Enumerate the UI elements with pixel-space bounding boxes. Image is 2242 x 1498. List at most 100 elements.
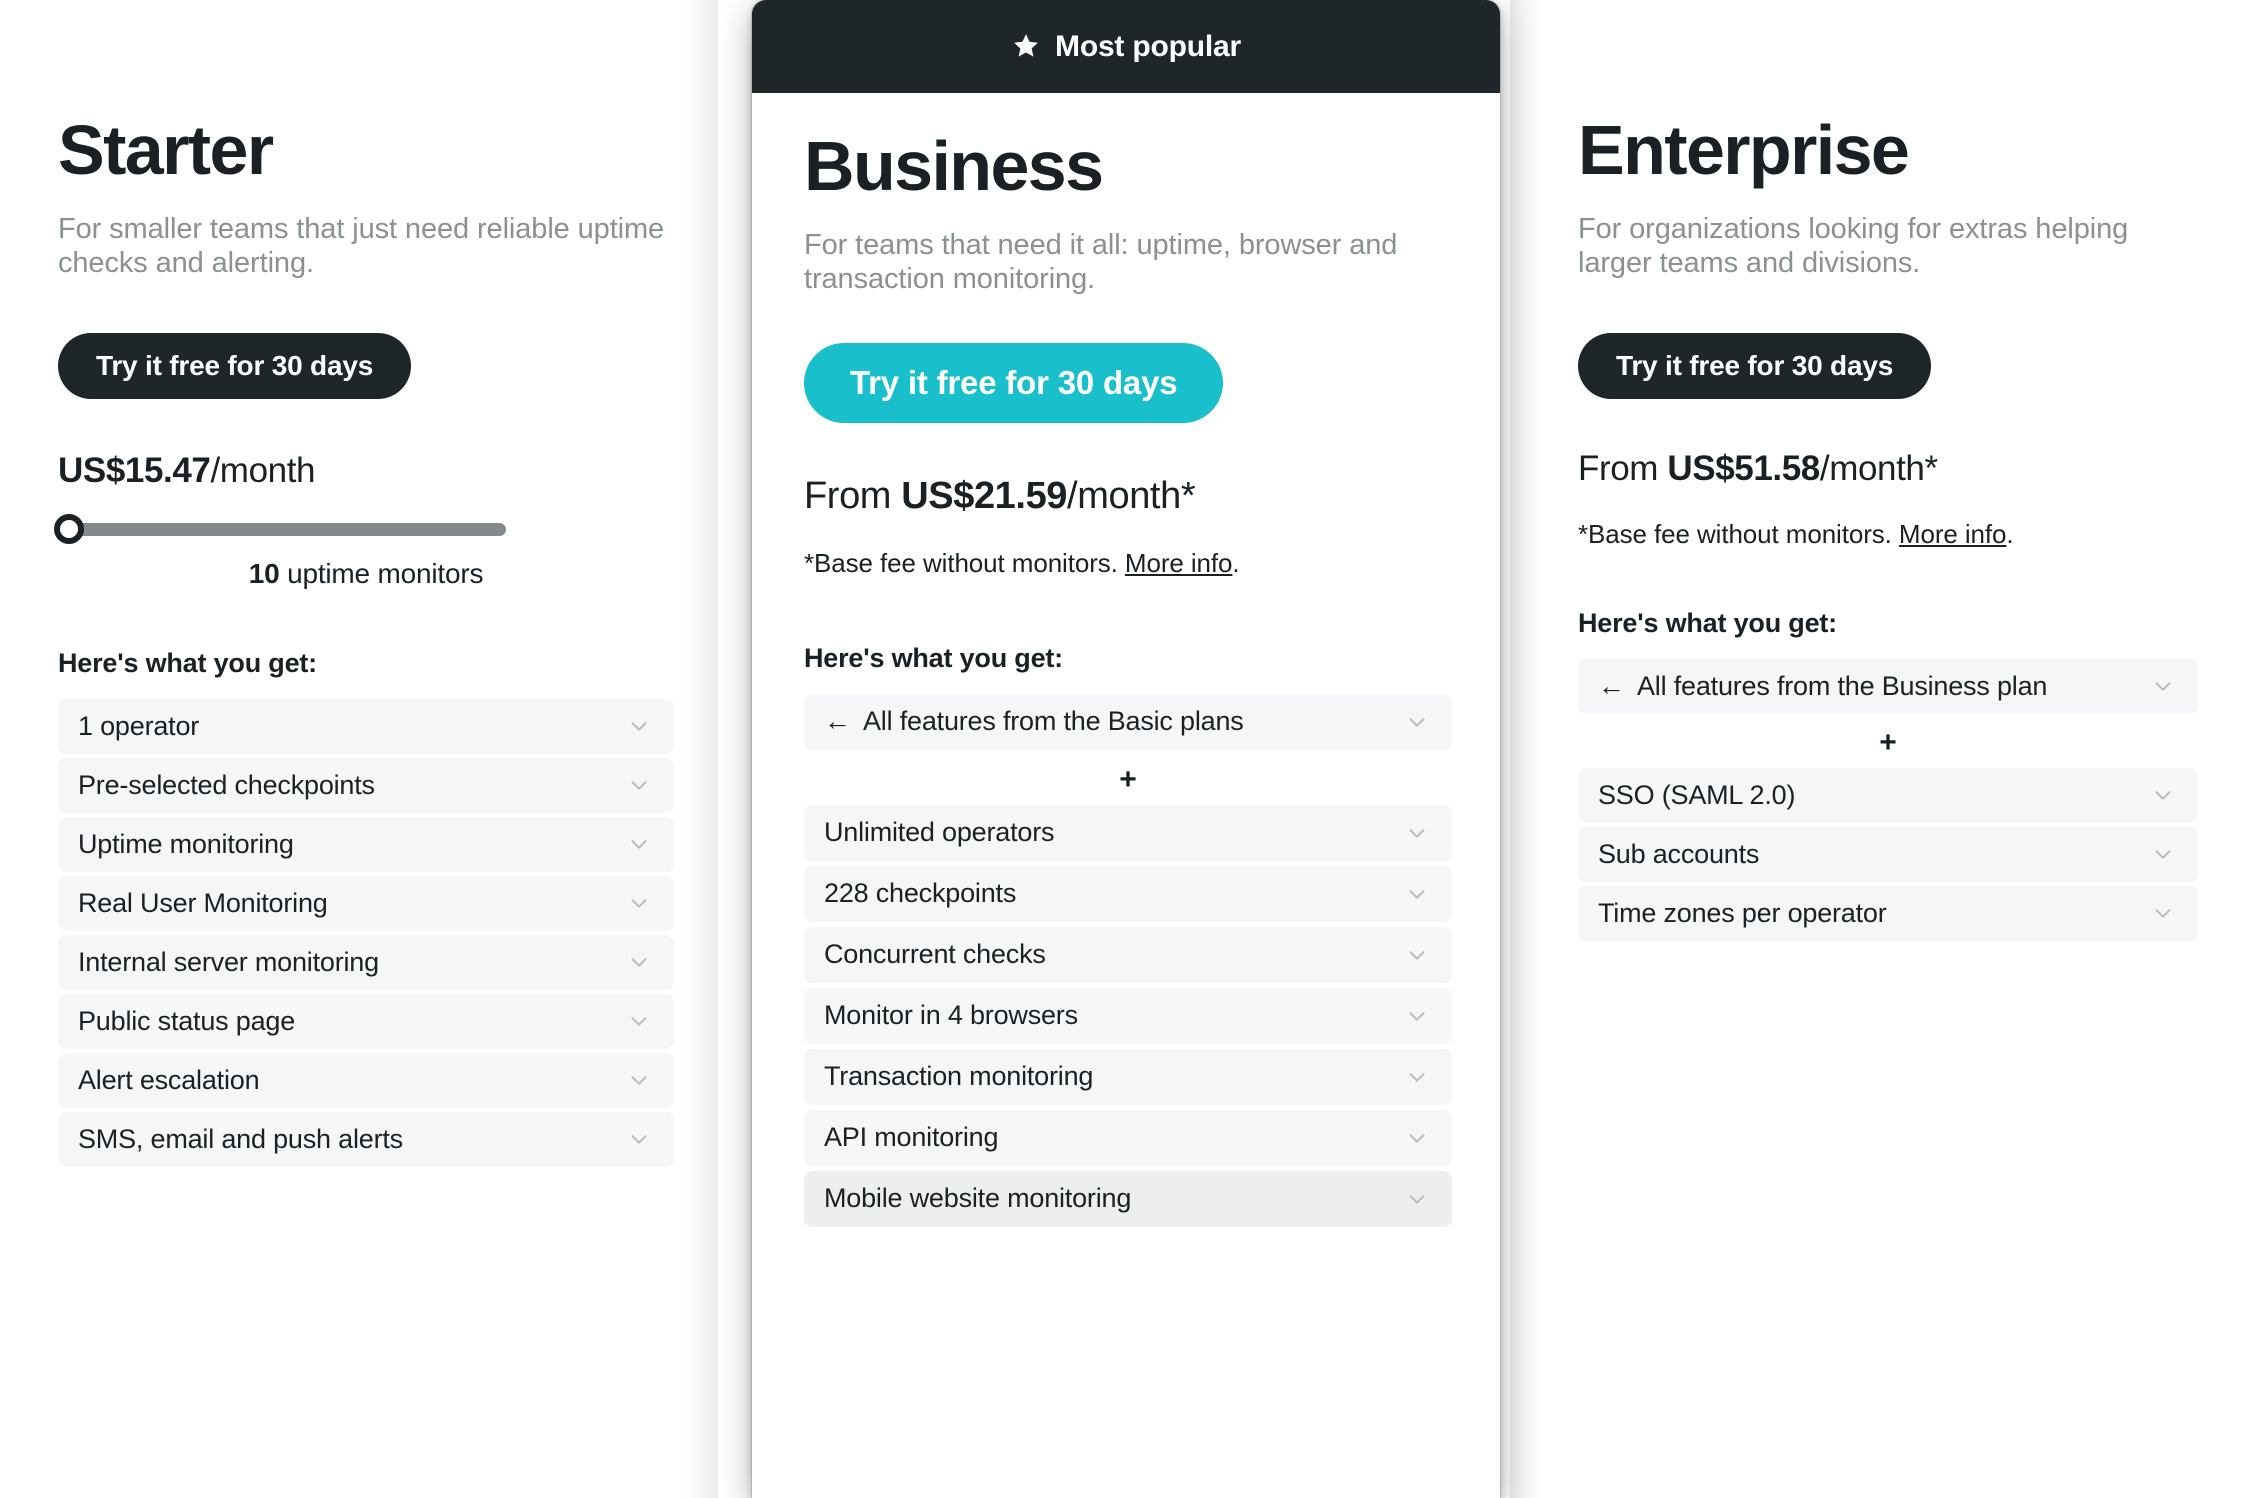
- feature-label: Unlimited operators: [824, 817, 1055, 848]
- chevron-down-icon: [631, 1135, 647, 1145]
- chevron-down-icon: [631, 1076, 647, 1086]
- chevron-down-icon: [1409, 1134, 1425, 1143]
- feature-row[interactable]: Transaction monitoring: [804, 1048, 1452, 1105]
- price-note-text-business: *Base fee without monitors.: [804, 547, 1125, 578]
- feature-row[interactable]: SMS, email and push alerts: [58, 1111, 674, 1167]
- feature-label: 1 operator: [78, 710, 200, 741]
- chevron-down-icon: [1409, 1195, 1425, 1204]
- feature-label: 228 checkpoints: [824, 878, 1017, 909]
- feature-label: Mobile website monitoring: [824, 1183, 1132, 1214]
- chevron-down-icon: [631, 958, 647, 968]
- price-note-suffix-business: .: [1232, 547, 1240, 578]
- chevron-down-icon: [631, 840, 647, 850]
- try-free-button-business[interactable]: Try it free for 30 days: [804, 342, 1224, 423]
- slider-track[interactable]: [54, 514, 506, 545]
- feature-list-enterprise: ← All features from the Business plan + SSO…: [1578, 658, 2198, 941]
- chevron-down-icon: [631, 899, 647, 909]
- plus-separator: +: [1119, 762, 1137, 796]
- feature-list-starter: 1 operator Pre-selected checkpoints Uptime…: [58, 698, 674, 1167]
- feature-label: Real User Monitoring: [78, 887, 328, 918]
- more-info-link-business[interactable]: More info: [1125, 548, 1233, 578]
- slider-thumb[interactable]: [54, 514, 84, 545]
- feature-label: Alert escalation: [78, 1064, 260, 1095]
- try-free-button-enterprise[interactable]: Try it free for 30 days: [1578, 332, 1932, 399]
- price-period-enterprise: /month*: [1819, 448, 1938, 488]
- plan-card-starter: Starter For smaller teams that just need…: [0, 0, 718, 1498]
- feature-row[interactable]: Pre-selected checkpoints: [58, 757, 674, 813]
- price-note-business: *Base fee without monitors. More info.: [804, 548, 1452, 579]
- feature-row[interactable]: Real User Monitoring: [58, 875, 674, 931]
- arrow-left-icon: ←: [824, 706, 851, 737]
- price-period-starter: /month: [210, 450, 316, 490]
- feature-label: Pre-selected checkpoints: [78, 769, 375, 800]
- plus-separator: +: [1879, 725, 1897, 759]
- feature-row[interactable]: Unlimited operators: [804, 804, 1452, 861]
- feature-row[interactable]: SSO (SAML 2.0): [1578, 767, 2198, 823]
- chevron-down-icon: [1409, 1073, 1425, 1082]
- feature-row-inherited[interactable]: ← All features from the Basic plans: [804, 693, 1452, 750]
- feature-row[interactable]: Sub accounts: [1578, 826, 2198, 882]
- chevron-down-icon: [1409, 829, 1425, 838]
- chevron-down-icon: [1409, 718, 1425, 727]
- chevron-down-icon: [1409, 951, 1425, 960]
- page-title-starter: Starter: [58, 111, 274, 189]
- chevron-down-icon: [2155, 850, 2171, 860]
- feature-label: All features from the Basic plans: [863, 706, 1244, 737]
- price-business: From US$21.59/month*: [804, 475, 1452, 518]
- feature-label: Monitor in 4 browsers: [824, 1000, 1078, 1031]
- feature-label: Internal server monitoring: [78, 946, 379, 977]
- chevron-down-icon: [2155, 791, 2171, 801]
- feature-row[interactable]: Uptime monitoring: [58, 816, 674, 872]
- feature-list-business: ← All features from the Basic plans + Unlim…: [804, 693, 1452, 1227]
- feature-label: Uptime monitoring: [78, 828, 294, 859]
- price-prefix-enterprise: From: [1578, 448, 1668, 488]
- price-note-suffix-enterprise: .: [2006, 518, 2014, 549]
- chevron-down-icon: [631, 722, 647, 732]
- feature-label: All features from the Business plan: [1637, 670, 2048, 701]
- feature-label: Sub accounts: [1598, 838, 1760, 869]
- price-prefix-business: From: [804, 474, 902, 517]
- pricing-plans-page: Starter For smaller teams that just need…: [0, 0, 2242, 1498]
- price-amount-enterprise: US$51.58: [1667, 448, 1820, 488]
- feature-label: Transaction monitoring: [824, 1061, 1094, 1092]
- page-title-business: Business: [804, 127, 1104, 205]
- price-note-enterprise: *Base fee without monitors. More info.: [1578, 519, 2198, 550]
- feature-label: SMS, email and push alerts: [78, 1123, 403, 1154]
- plan-card-business: Most popular Business For teams that nee…: [752, 0, 1500, 1498]
- feature-label: Public status page: [78, 1005, 296, 1036]
- feature-label: Time zones per operator: [1598, 897, 1887, 928]
- chevron-down-icon: [631, 1017, 647, 1027]
- chevron-down-icon: [1409, 890, 1425, 899]
- slider-unit: uptime monitors: [287, 557, 484, 589]
- feature-row[interactable]: Monitor in 4 browsers: [804, 987, 1452, 1044]
- arrow-left-icon: ←: [1598, 670, 1625, 701]
- feature-row-inherited[interactable]: ← All features from the Business plan: [1578, 658, 2198, 714]
- feature-row[interactable]: 228 checkpoints: [804, 865, 1452, 922]
- feature-row[interactable]: Public status page: [58, 993, 674, 1049]
- feature-row[interactable]: API monitoring: [804, 1109, 1452, 1166]
- try-free-button-starter[interactable]: Try it free for 30 days: [58, 332, 412, 399]
- plan-body-enterprise: Enterprise For organizations looking for…: [1510, 115, 2242, 941]
- feature-row[interactable]: Alert escalation: [58, 1052, 674, 1108]
- price-starter: US$15.47/month: [58, 451, 674, 491]
- feature-label: SSO (SAML 2.0): [1598, 779, 1796, 810]
- slider-value: 10: [248, 557, 280, 589]
- price-period-business: /month*: [1067, 474, 1196, 517]
- feature-row[interactable]: Mobile website monitoring: [804, 1170, 1452, 1227]
- features-heading-starter: Here's what you get:: [58, 647, 317, 678]
- feature-row[interactable]: 1 operator: [58, 698, 674, 754]
- most-popular-badge: Most popular: [752, 0, 1500, 93]
- feature-row[interactable]: Time zones per operator: [1578, 885, 2198, 941]
- plan-body-business: Business For teams that need it all: upt…: [752, 131, 1500, 1227]
- features-heading-business: Here's what you get:: [804, 642, 1063, 673]
- feature-row[interactable]: Internal server monitoring: [58, 934, 674, 990]
- feature-label: Concurrent checks: [824, 939, 1046, 970]
- monitors-slider[interactable]: [54, 514, 506, 545]
- feature-row[interactable]: Concurrent checks: [804, 926, 1452, 983]
- more-info-link-enterprise[interactable]: More info: [1899, 519, 2007, 549]
- chevron-down-icon: [1409, 1012, 1425, 1021]
- feature-label: API monitoring: [824, 1122, 999, 1153]
- plan-description-starter: For smaller teams that just need reliabl…: [58, 213, 665, 279]
- chevron-down-icon: [2155, 682, 2171, 692]
- price-enterprise: From US$51.58/month*: [1578, 449, 2198, 489]
